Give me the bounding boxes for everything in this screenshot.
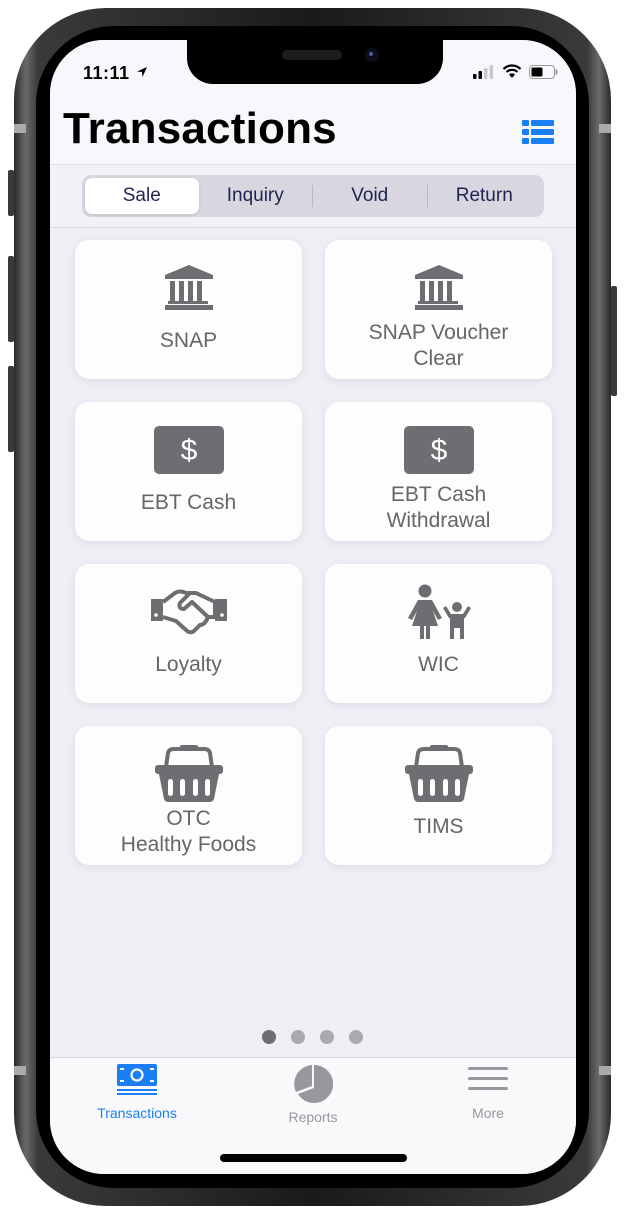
segment-sale[interactable]: Sale — [85, 178, 199, 214]
segment-inquiry[interactable]: Inquiry — [199, 178, 313, 214]
tile-otc-healthy-foods[interactable]: OTC Healthy Foods — [75, 726, 302, 865]
tile-snap-voucher-clear[interactable]: SNAP Voucher Clear — [325, 240, 552, 379]
svg-text:$: $ — [180, 434, 197, 467]
antenna-band — [599, 1066, 611, 1075]
pie-chart-icon — [294, 1064, 334, 1103]
tile-label: OTC Healthy Foods — [120, 807, 257, 856]
page-title: Transactions — [63, 104, 337, 153]
notch — [187, 40, 443, 84]
tab-label: More — [472, 1105, 504, 1121]
segment-void[interactable]: Void — [313, 178, 427, 214]
location-arrow-icon — [137, 67, 147, 77]
page-indicator[interactable] — [262, 1030, 363, 1044]
tile-wic[interactable]: WIC — [325, 564, 552, 703]
page-dot-1[interactable] — [262, 1030, 276, 1044]
tile-loyalty[interactable]: Loyalty — [75, 564, 302, 703]
tile-label: SNAP — [159, 329, 218, 352]
signal-icon — [473, 64, 493, 79]
antenna-band — [599, 124, 611, 133]
tab-more[interactable]: More — [428, 1064, 548, 1121]
battery-icon — [529, 64, 558, 79]
transaction-type-segmented-control: Sale Inquiry Void Return — [82, 175, 544, 217]
list-view-icon[interactable] — [522, 120, 554, 144]
volume-down-button — [8, 366, 14, 452]
tile-ebt-cash-withdrawal[interactable]: $ EBT Cash Withdrawal — [325, 402, 552, 541]
status-time: 11:11 — [83, 63, 130, 83]
money-icon — [117, 1064, 157, 1095]
segment-area: Sale Inquiry Void Return — [50, 164, 576, 228]
power-button — [611, 286, 617, 396]
tile-ebt-cash[interactable]: $ EBT Cash — [75, 402, 302, 541]
tile-label: EBT Cash — [140, 491, 237, 514]
tile-label: WIC — [418, 653, 459, 676]
camera — [365, 48, 379, 62]
status-icons — [473, 64, 558, 79]
tile-label: TIMS — [413, 815, 464, 838]
antenna-band — [14, 1066, 26, 1075]
transaction-tiles-grid: SNAP SNAP Voucher Clear $ EBT Cash $ EBT… — [75, 240, 553, 865]
tile-label: Loyalty — [155, 653, 222, 676]
home-indicator[interactable] — [220, 1154, 407, 1162]
tab-reports[interactable]: Reports — [253, 1064, 373, 1125]
tab-label: Transactions — [97, 1105, 177, 1121]
basket-icon — [154, 745, 223, 802]
silent-switch — [8, 170, 14, 216]
page-dot-2[interactable] — [291, 1030, 305, 1044]
wifi-icon — [502, 64, 522, 78]
mother-child-icon — [407, 584, 471, 639]
tile-label: SNAP Voucher Clear — [368, 321, 509, 370]
tab-label: Reports — [288, 1109, 338, 1125]
page-dot-3[interactable] — [320, 1030, 334, 1044]
tab-transactions[interactable]: Transactions — [77, 1064, 197, 1121]
dollar-bill-icon: $ — [153, 426, 224, 474]
dollar-bill-icon: $ — [403, 426, 474, 474]
antenna-band — [14, 124, 26, 133]
tile-snap[interactable]: SNAP — [75, 240, 302, 379]
bank-icon — [414, 265, 463, 310]
handshake-icon — [150, 589, 227, 635]
svg-text:$: $ — [430, 434, 447, 467]
speaker — [282, 50, 342, 60]
segment-return[interactable]: Return — [428, 178, 542, 214]
volume-up-button — [8, 256, 14, 342]
tile-tims[interactable]: TIMS — [325, 726, 552, 865]
menu-icon — [468, 1067, 508, 1090]
screen: 11:11 Transactions Sale Inquiry Void Ret… — [50, 40, 576, 1174]
basket-icon — [404, 745, 473, 802]
tile-label: EBT Cash Withdrawal — [386, 483, 491, 532]
bank-icon — [164, 265, 213, 310]
page-dot-4[interactable] — [349, 1030, 363, 1044]
